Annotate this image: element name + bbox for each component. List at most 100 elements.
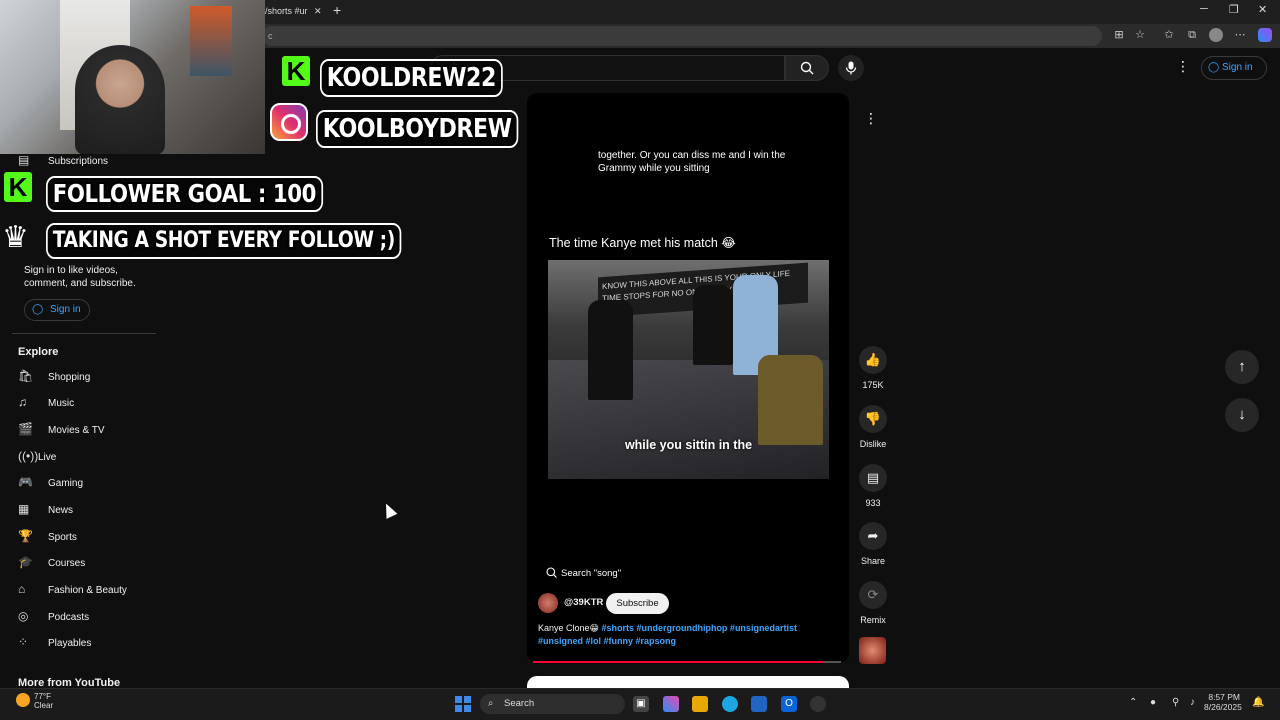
sidebar-item-movies[interactable]: 🎬 Movies & TV: [18, 416, 158, 442]
task-view-icon[interactable]: ▣: [633, 696, 649, 712]
sidebar-item-courses[interactable]: 🎓 Courses: [18, 549, 158, 575]
video-subtitle: while you sittin in the: [624, 438, 753, 452]
address-bar[interactable]: c: [262, 26, 1102, 46]
temperature: 77°F: [34, 692, 51, 701]
copilot-app-icon[interactable]: [663, 696, 679, 712]
previous-short-button[interactable]: ↑: [1225, 350, 1259, 384]
instagram-username: KOOLBOYDREW: [316, 110, 519, 148]
graduation-cap-icon: 🎓: [18, 555, 33, 569]
instagram-logo-icon: [270, 103, 308, 141]
shopping-bag-icon: 🛍: [18, 369, 34, 383]
playables-icon: ⁘: [18, 635, 29, 649]
newspaper-icon: ▦: [18, 502, 30, 516]
file-explorer-icon[interactable]: [692, 696, 708, 712]
tab-title: /shorts #ur: [265, 6, 308, 16]
taskbar-search[interactable]: ⌕ Search: [480, 694, 625, 714]
windows-logo-icon: [464, 696, 471, 703]
taskbar-search-label: Search: [504, 698, 535, 709]
short-more-icon[interactable]: ⋮: [864, 110, 878, 127]
tab-close-icon[interactable]: ✕: [314, 6, 322, 16]
browser-tab[interactable]: /shorts #ur ✕: [265, 0, 325, 24]
store-icon[interactable]: [751, 696, 767, 712]
thumbs-down-icon: 👎: [859, 405, 887, 433]
comment-count: 933: [865, 498, 881, 508]
weather-icon[interactable]: [16, 693, 30, 707]
video-frame[interactable]: KNOW THIS ABOVE ALL THIS IS YOUR ONLY LI…: [548, 260, 829, 479]
sidebar-item-gaming[interactable]: 🎮 Gaming: [18, 469, 158, 495]
volume-icon[interactable]: ♪: [1190, 697, 1195, 708]
live-icon: ((•)): [18, 449, 39, 463]
next-short-button[interactable]: ↓: [1225, 398, 1259, 432]
tray-app-icon[interactable]: ●: [1150, 697, 1156, 708]
voice-search-button[interactable]: [838, 55, 864, 81]
close-window-button[interactable]: ✕: [1258, 3, 1267, 16]
taskbar-clock[interactable]: 8:57 PM 8/26/2025: [1204, 692, 1242, 712]
notification-bell-icon[interactable]: 🔔: [1252, 697, 1264, 708]
video-caption: The time Kanye met his match 😂: [549, 236, 736, 250]
network-icon[interactable]: ⚲: [1172, 697, 1179, 708]
clapperboard-icon: 🎬: [18, 422, 33, 436]
sidebar-item-news[interactable]: ▦ News: [18, 496, 158, 522]
copilot-icon[interactable]: [1258, 28, 1272, 42]
shot-rule: TAKING A SHOT EVERY FOLLOW ;): [46, 223, 402, 259]
song-search[interactable]: Search "song": [546, 567, 621, 579]
video-person: [693, 285, 733, 365]
arrow-down-icon: ↓: [1238, 406, 1246, 423]
subscribe-button[interactable]: Subscribe: [606, 593, 669, 614]
dislike-label: Dislike: [859, 439, 887, 449]
sidebar-item-shopping[interactable]: 🛍 Shopping: [18, 363, 158, 389]
kick-logo-icon: K: [282, 56, 310, 86]
sidebar-item-fashion[interactable]: ⌂ Fashion & Beauty: [18, 576, 158, 602]
song-search-label: Search "song": [561, 568, 622, 579]
like-count: 175K: [862, 380, 884, 390]
description-title: Kanye Clone😁: [538, 623, 599, 633]
remix-button[interactable]: ⟳ Remix: [858, 581, 888, 625]
sidebar-divider: [12, 333, 156, 334]
windows-logo-icon: [464, 705, 471, 712]
dislike-button[interactable]: 👎 Dislike: [858, 405, 888, 449]
edge-browser-icon[interactable]: [722, 696, 738, 712]
share-icon: ➦: [859, 522, 887, 550]
account-icon: ◯: [32, 304, 44, 315]
podcast-icon: ◎: [18, 609, 29, 623]
sidebar-item-playables[interactable]: ⁘ Playables: [18, 629, 158, 655]
browser-menu-icon[interactable]: ⋯: [1233, 28, 1247, 42]
outlook-icon[interactable]: O: [781, 696, 797, 712]
like-button[interactable]: 👍 175K: [858, 346, 888, 390]
maximize-button[interactable]: ❐: [1229, 3, 1239, 16]
sound-thumbnail[interactable]: [859, 637, 886, 664]
favorite-star-icon[interactable]: ☆: [1133, 28, 1147, 42]
header-signin-button[interactable]: ◯ Sign in: [1201, 56, 1267, 80]
microphone-icon: [845, 61, 857, 75]
search-button[interactable]: [785, 55, 829, 81]
sidebar-item-podcasts[interactable]: ◎ Podcasts: [18, 603, 158, 629]
sidebar-signin-button[interactable]: ◯ Sign in: [24, 299, 90, 321]
channel-name[interactable]: @39KTR: [564, 597, 603, 608]
settings-kebab-icon[interactable]: ⋮: [1176, 58, 1190, 75]
app-icon[interactable]: [810, 696, 826, 712]
tray-chevron-icon[interactable]: ⌃: [1129, 697, 1137, 708]
comment-icon: ▤: [859, 464, 887, 492]
minimize-button[interactable]: ─: [1200, 3, 1208, 15]
webcam-streamer: [75, 45, 165, 154]
lyric-text: together. Or you can diss me and I win t…: [598, 150, 786, 174]
sidebar-item-music[interactable]: ♫ Music: [18, 389, 158, 415]
windows-logo-icon: [455, 705, 462, 712]
favorites-icon[interactable]: ✩: [1162, 28, 1176, 42]
app-available-icon[interactable]: ⊞: [1112, 28, 1126, 42]
arrow-up-icon: ↑: [1238, 358, 1246, 375]
signin-prompt: Sign in to like videos, comment, and sub…: [24, 265, 136, 289]
comments-button[interactable]: ▤ 933: [858, 464, 888, 508]
explore-heading: Explore: [18, 346, 59, 358]
sidebar-item-live[interactable]: ((•))Live: [18, 443, 158, 469]
clock-time: 8:57 PM: [1208, 692, 1240, 702]
progress-fill: [533, 661, 823, 663]
new-tab-button[interactable]: +: [333, 2, 341, 18]
weather-widget[interactable]: 77°F Clear: [34, 692, 53, 710]
sidebar-item-sports[interactable]: 🏆 Sports: [18, 523, 158, 549]
start-button[interactable]: [455, 696, 471, 712]
profile-avatar[interactable]: [1209, 28, 1223, 42]
channel-avatar[interactable]: [538, 593, 558, 613]
share-button[interactable]: ➦ Share: [858, 522, 888, 566]
collections-icon[interactable]: ⧉: [1185, 28, 1199, 42]
